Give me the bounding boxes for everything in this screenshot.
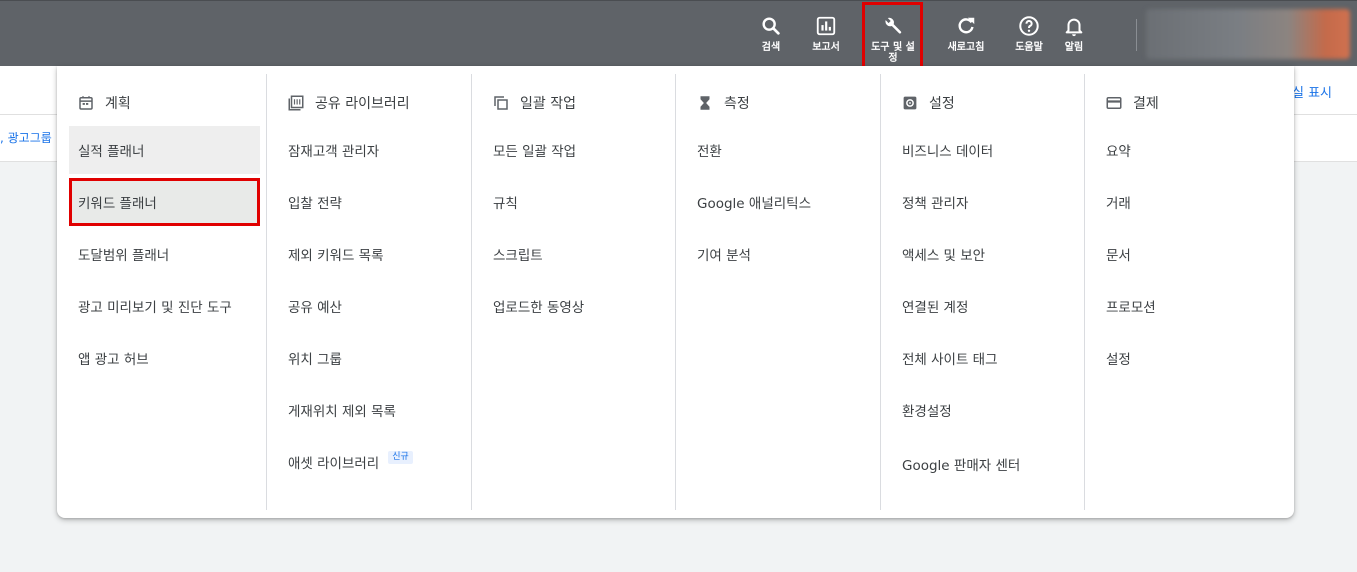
- search-button[interactable]: 검색: [745, 15, 797, 61]
- menu-item-policy-manager[interactable]: 정책 관리자: [893, 178, 1084, 226]
- new-badge: 신규: [388, 450, 413, 464]
- refresh-button[interactable]: 새로고침: [940, 15, 992, 61]
- wrench-icon: [882, 15, 904, 37]
- refresh-button-label: 새로고침: [947, 42, 985, 53]
- menu-item-performance-planner[interactable]: 실적 플래너: [69, 126, 260, 174]
- account-switcher-blurred[interactable]: [1146, 9, 1350, 59]
- search-icon: [760, 15, 782, 37]
- menu-item-location-groups[interactable]: 위치 그룹: [279, 334, 470, 382]
- menu-column-title: 측정: [724, 96, 750, 112]
- menu-column-header: 일괄 작업: [492, 90, 576, 116]
- menu-item-merchant-center[interactable]: Google 판매자 센터: [893, 440, 1084, 488]
- menu-column-header: 공유 라이브러리: [287, 90, 410, 116]
- menu-column-title: 설정: [929, 96, 955, 112]
- menu-item-placement-exclusion-lists[interactable]: 게재위치 제외 목록: [279, 386, 470, 434]
- search-button-label: 검색: [761, 42, 781, 53]
- menu-item-global-site-tag[interactable]: 전체 사이트 태그: [893, 334, 1084, 382]
- menu-item-attribution[interactable]: 기여 분석: [688, 230, 879, 278]
- menu-item-keyword-planner[interactable]: 키워드 플래너: [69, 178, 260, 226]
- menu-column-billing: 결제 요약 거래 문서 프로모션 설정: [1084, 74, 1288, 510]
- menu-item-uploaded-videos[interactable]: 업로드한 동영상: [484, 282, 675, 330]
- menu-item-preferences[interactable]: 환경설정: [893, 386, 1084, 434]
- notifications-button-label: 알림: [1064, 42, 1084, 53]
- menu-item-conversions[interactable]: 전환: [688, 126, 879, 174]
- menu-item-label: 애셋 라이브러리: [288, 456, 380, 472]
- notifications-button[interactable]: 알림: [1048, 15, 1100, 61]
- menu-column-header: 계획: [77, 90, 131, 116]
- library-icon: [287, 94, 305, 112]
- top-app-bar: 검색 보고서 도구 및 설정 새로고침 도움말 알림: [0, 0, 1357, 69]
- tools-settings-button[interactable]: 도구 및 설정: [867, 15, 919, 64]
- menu-item-app-ad-hub[interactable]: 앱 광고 허브: [69, 334, 260, 382]
- help-icon: [1018, 15, 1040, 37]
- menu-item-access-security[interactable]: 액세스 및 보안: [893, 230, 1084, 278]
- menu-item-documents[interactable]: 문서: [1097, 230, 1288, 278]
- menu-item-summary[interactable]: 요약: [1097, 126, 1288, 174]
- hourglass-icon: [696, 94, 714, 112]
- menu-item-all-bulk-actions[interactable]: 모든 일괄 작업: [484, 126, 675, 174]
- breadcrumb[interactable]: , 광고그룹: [0, 129, 52, 146]
- menu-column-shared-library: 공유 라이브러리 잠재고객 관리자 입찰 전략 제외 키워드 목록 공유 예산 …: [266, 74, 470, 510]
- menu-item-scripts[interactable]: 스크립트: [484, 230, 675, 278]
- menu-item-reach-planner[interactable]: 도달범위 플래너: [69, 230, 260, 278]
- menu-item-linked-accounts[interactable]: 연결된 계정: [893, 282, 1084, 330]
- calendar-icon: [77, 94, 95, 112]
- menu-item-promotions[interactable]: 프로모션: [1097, 282, 1288, 330]
- settings-gear-icon: [901, 94, 919, 112]
- menu-item-rules[interactable]: 규칙: [484, 178, 675, 226]
- copy-stack-icon: [492, 94, 510, 112]
- menu-column-title: 공유 라이브러리: [315, 96, 410, 112]
- reports-button-label: 보고서: [812, 42, 840, 53]
- menu-item-negative-keyword-lists[interactable]: 제외 키워드 목록: [279, 230, 470, 278]
- menu-item-transactions[interactable]: 거래: [1097, 178, 1288, 226]
- menu-column-bulk-actions: 일괄 작업 모든 일괄 작업 규칙 스크립트 업로드한 동영상: [471, 74, 675, 510]
- menu-column-measurement: 측정 전환 Google 애널리틱스 기여 분석: [675, 74, 879, 510]
- topbar-divider: [1136, 19, 1137, 51]
- menu-item-shared-budgets[interactable]: 공유 예산: [279, 282, 470, 330]
- reports-button[interactable]: 보고서: [800, 15, 852, 61]
- menu-item-asset-library[interactable]: 애셋 라이브러리 신규: [279, 438, 470, 486]
- show-link[interactable]: 실 표시: [1292, 82, 1332, 101]
- menu-item-ad-preview-diagnosis[interactable]: 광고 미리보기 및 진단 도구: [69, 282, 260, 330]
- menu-column-setup: 설정 비즈니스 데이터 정책 관리자 액세스 및 보안 연결된 계정 전체 사이…: [880, 74, 1084, 510]
- menu-column-title: 계획: [105, 96, 131, 112]
- tools-settings-menu: 계획 실적 플래너 키워드 플래너 도달범위 플래너 광고 미리보기 및 진단 …: [57, 66, 1294, 518]
- menu-column-header: 결제: [1105, 90, 1159, 116]
- menu-item-bid-strategies[interactable]: 입찰 전략: [279, 178, 470, 226]
- menu-item-business-data[interactable]: 비즈니스 데이터: [893, 126, 1084, 174]
- help-button-label: 도움말: [1015, 42, 1043, 53]
- refresh-icon: [955, 15, 977, 37]
- bell-icon: [1063, 15, 1085, 37]
- menu-column-title: 일괄 작업: [520, 96, 576, 112]
- menu-column-planning: 계획 실적 플래너 키워드 플래너 도달범위 플래너 광고 미리보기 및 진단 …: [57, 74, 261, 510]
- credit-card-icon: [1105, 94, 1123, 112]
- tools-settings-button-label: 도구 및 설정: [871, 42, 915, 64]
- menu-column-header: 설정: [901, 90, 955, 116]
- reports-icon: [815, 15, 837, 37]
- menu-column-title: 결제: [1133, 96, 1159, 112]
- menu-item-audience-manager[interactable]: 잠재고객 관리자: [279, 126, 470, 174]
- menu-item-google-analytics[interactable]: Google 애널리틱스: [688, 178, 879, 226]
- menu-column-header: 측정: [696, 90, 750, 116]
- menu-item-billing-settings[interactable]: 설정: [1097, 334, 1288, 382]
